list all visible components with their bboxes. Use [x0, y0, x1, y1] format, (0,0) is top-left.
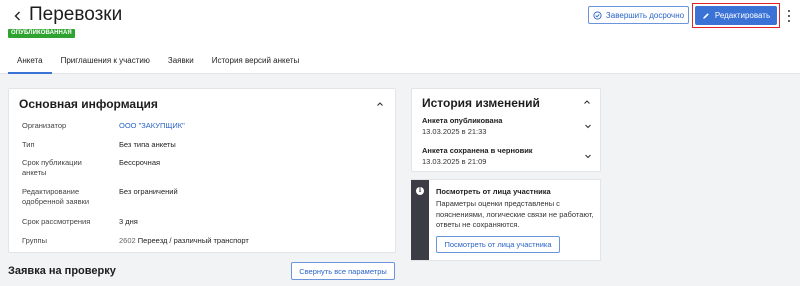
finish-early-label: Завершить досрочно — [605, 10, 685, 20]
status-badge: ОПУБЛИКОВАННАЯ — [8, 29, 75, 38]
collapse-all-button[interactable]: Свернуть все параметры — [291, 262, 395, 280]
history-event-date: 13.03.2025 в 21:09 — [422, 157, 487, 166]
tab-questionnaire[interactable]: Анкета — [8, 52, 52, 74]
groups-label: Группы — [22, 236, 47, 245]
pencil-icon — [703, 12, 709, 19]
more-options-icon[interactable] — [786, 10, 792, 22]
back-arrow-icon[interactable] — [11, 9, 25, 23]
participant-view-title: Посмотреть от лица участника — [436, 187, 551, 196]
publication-term-label: Срок публикации анкеты — [22, 158, 82, 177]
organizer-label: Организатор — [22, 121, 67, 130]
editing-approved-label: Редактирование одобренной заявки — [22, 187, 90, 206]
tab-invitations[interactable]: Приглашения к участию — [52, 52, 159, 74]
editing-approved-value: Без ограничений — [119, 187, 178, 196]
info-icon: i — [416, 187, 424, 195]
type-value: Без типа анкеты — [119, 140, 176, 149]
finish-early-button[interactable]: Завершить досрочно — [588, 6, 689, 24]
edit-button[interactable]: Редактировать — [695, 6, 777, 25]
participant-view-panel: i Посмотреть от лица участника Параметры… — [411, 179, 601, 261]
participant-view-text: Параметры оценки представлены с пояснени… — [436, 199, 594, 229]
main-info-title: Основная информация — [19, 97, 158, 111]
history-event-title: Анкета опубликована — [422, 116, 503, 125]
review-term-value: 3 дня — [119, 217, 138, 226]
chevron-up-icon[interactable] — [376, 100, 384, 108]
page-title: Перевозки — [29, 4, 123, 25]
publication-term-value: Бессрочная — [119, 158, 161, 167]
groups-value: 2602 Переезд / различный транспорт — [119, 236, 249, 246]
tabs-bar: Анкета Приглашения к участию Заявки Исто… — [8, 52, 308, 74]
main-info-card: Основная информация Организатор ООО "ЗАК… — [8, 88, 396, 253]
group-number: 2602 — [119, 236, 136, 245]
tab-applications[interactable]: Заявки — [159, 52, 203, 74]
info-stripe: i — [411, 180, 429, 260]
history-event-title: Анкета сохранена в черновик — [422, 146, 533, 155]
group-name: Переезд / различный транспорт — [137, 236, 249, 245]
history-title: История изменений — [422, 96, 540, 110]
review-section-title: Заявка на проверку — [8, 265, 116, 277]
edit-button-highlight: Редактировать — [692, 3, 780, 28]
history-card: История изменений Анкета опубликована 13… — [411, 88, 601, 172]
chevron-down-icon[interactable] — [584, 122, 592, 130]
type-label: Тип — [22, 140, 35, 149]
view-as-participant-button[interactable]: Посмотреть от лица участника — [436, 236, 560, 253]
page-header: Перевозки ОПУБЛИКОВАННАЯ Завершить досро… — [0, 0, 800, 74]
organizer-link[interactable]: ООО "ЗАКУПЩИК" — [119, 121, 185, 131]
check-circle-icon — [593, 10, 602, 20]
history-event-date: 13.03.2025 в 21:33 — [422, 127, 487, 136]
review-term-label: Срок рассмотрения — [22, 217, 91, 226]
chevron-down-icon[interactable] — [584, 152, 592, 160]
chevron-up-icon[interactable] — [583, 98, 591, 106]
edit-label: Редактировать — [714, 11, 771, 20]
tab-version-history[interactable]: История версий анкеты — [203, 52, 309, 74]
